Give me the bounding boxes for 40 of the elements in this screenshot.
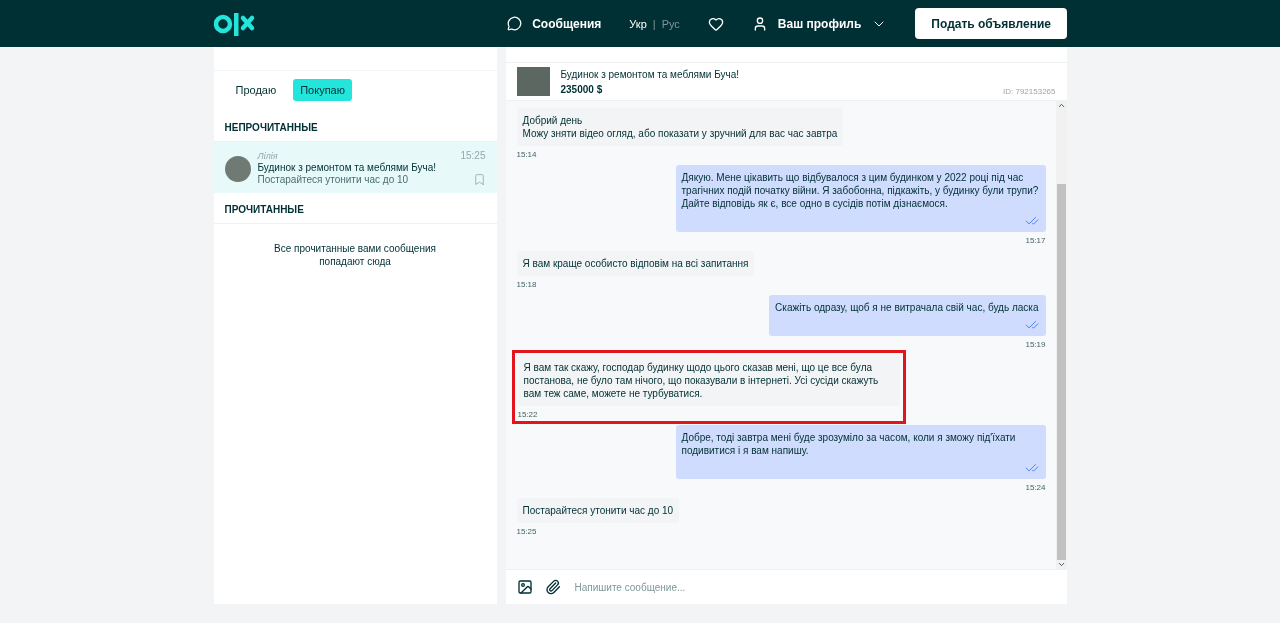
conversation-time: 15:25 (460, 150, 486, 161)
message-time: 15:25 (516, 527, 537, 536)
message-preview: Постарайтеся утонити час до 10 (257, 174, 410, 186)
empty-state-text: Все прочитанные вами сообщения попадают сюда (273, 242, 437, 269)
message-time: 15:14 (516, 150, 537, 159)
conversation-title: Будинок з ремонтом та меблями Буча! (257, 162, 438, 174)
language-separator: | (652, 17, 656, 30)
message-bubble: Добрий день Можу зняти відео огляд, або показати у зручний для вас час завтра (516, 108, 844, 146)
profile-menu[interactable]: Ваш профиль (751, 15, 888, 32)
scrollbar[interactable] (1055, 101, 1067, 569)
filter-tab[interactable]: Продаю (228, 79, 284, 101)
message-bubble: Скажіть одразу, щоб я не витрачала свій час, будь ласка (769, 295, 1046, 336)
listing-id: ID: 792153265 (1003, 87, 1056, 96)
favorites-icon[interactable] (707, 15, 724, 32)
listing-title[interactable]: Будинок з ремонтом та меблями Буча! (560, 68, 992, 80)
message-time: 15:22 (517, 410, 538, 419)
filter-tab[interactable]: Покупаю (293, 79, 352, 101)
image-icon[interactable] (516, 579, 533, 595)
language-link[interactable]: Укр (629, 17, 647, 30)
message-time: 15:24 (1025, 483, 1046, 492)
photo-placeholder (516, 67, 550, 96)
avatar-photo (224, 156, 251, 182)
message-bubble: Я вам так скажу, господар будинку щодо цього сказав мені, що це все була постанова, не було там нічого, що показували в інтернеті. Усі сусіди скажуть вам теж саме, можете не турбуватися. (517, 355, 900, 406)
post-ad-button[interactable]: Подать объявление (915, 8, 1067, 39)
message-bubble: Добре, тоді завтра мені буде зрозуміло за часом, коли я зможу під'їхати подивитися і я вам напишу. (675, 425, 1046, 479)
scroll-up-icon[interactable] (1056, 101, 1066, 110)
scroll-down-icon[interactable] (1056, 560, 1066, 569)
message-time: 15:19 (1025, 340, 1046, 349)
message-time: 15:18 (516, 280, 537, 289)
message-bubble: Дякую. Мене цікавить що відбувалося з цим будинком у 2022 році під час трагічних подій початку війни. Я забобонна, підкажіть, у будинку були трупи? Дайте відповідь як є, все одно в сусідів потім дізнаємося. (675, 165, 1046, 232)
conversation-item[interactable]: Лілія Будинок з ремонтом та меблями Буча! Постарайтеся утонити час до 10 15:25 (213, 142, 497, 193)
messages-link[interactable]: Сообщения (507, 16, 602, 31)
language-link[interactable]: Рус (661, 17, 680, 30)
message-bubble: Я вам краще особисто відповім на всі запитання (516, 251, 755, 276)
paperclip-icon[interactable] (544, 579, 561, 595)
listing-price: 235000 $ (560, 83, 604, 95)
message-bubble: Постарайтеся утонити час до 10 (516, 498, 680, 523)
message-time: 15:17 (1025, 236, 1046, 245)
sender-name: Лілія (257, 150, 279, 162)
chat-bubble-icon (507, 16, 523, 31)
